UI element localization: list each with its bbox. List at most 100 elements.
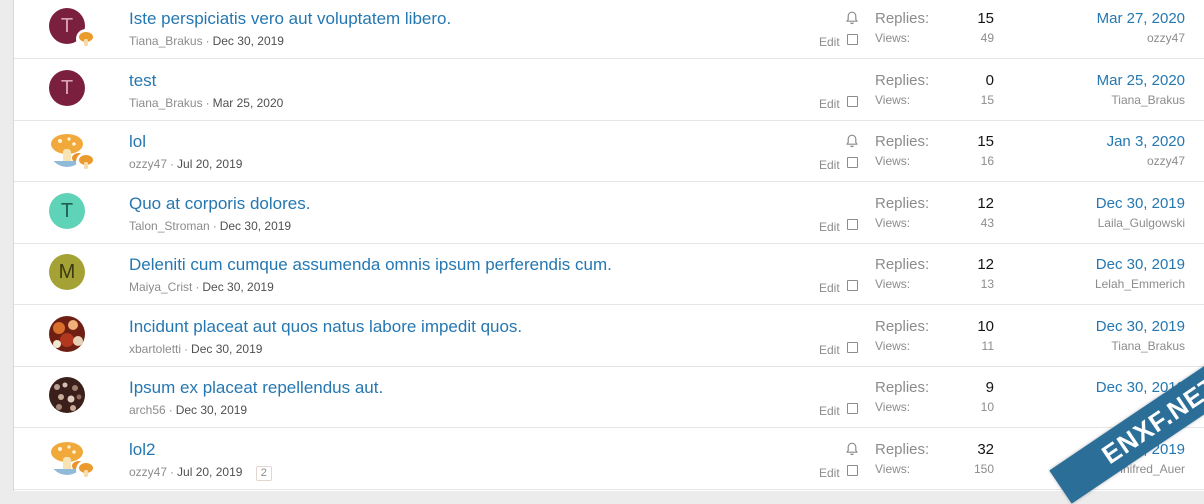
thread-row[interactable]: Ipsum ex placeat repellendus aut. arch56…	[14, 367, 1204, 428]
edit-link[interactable]: Edit	[819, 220, 840, 234]
thread-row[interactable]: M Deleniti cum cumque assumenda omnis ip…	[14, 244, 1204, 305]
select-checkbox[interactable]	[847, 280, 858, 291]
edit-link[interactable]: Edit	[819, 404, 840, 418]
meta-separator: ·	[184, 341, 189, 356]
thread-start-date[interactable]: Dec 30, 2019	[176, 403, 247, 417]
thread-start-date[interactable]: Mar 25, 2020	[213, 96, 284, 110]
author-avatar[interactable]: T	[49, 69, 85, 106]
edit-link[interactable]: Edit	[819, 466, 840, 480]
last-poster-link[interactable]: ozzy47	[1147, 31, 1185, 45]
thread-list: T Iste perspiciatis vero aut voluptatem …	[13, 0, 1204, 491]
replies-label: Replies:	[875, 379, 930, 396]
views-count: 11	[981, 338, 994, 353]
thread-start-date[interactable]: Dec 30, 2019	[213, 34, 284, 48]
bell-icon	[844, 133, 860, 149]
thread-meta: Talon_Stroman · Dec 30, 2019	[129, 219, 291, 233]
last-poster-mini-avatar[interactable]	[77, 153, 95, 171]
thread-meta: ozzy47 · Jul 20, 2019 2	[129, 465, 272, 481]
thread-start-date[interactable]: Jul 20, 2019	[177, 157, 242, 171]
thread-author-link[interactable]: Maiya_Crist	[129, 280, 192, 294]
views-count: 13	[980, 277, 994, 291]
last-poster-link[interactable]: Laila_Gulgowski	[1098, 216, 1185, 230]
views-label: Views:	[875, 92, 911, 107]
thread-title-link[interactable]: Incidunt placeat aut quos natus labore i…	[129, 317, 522, 337]
thread-title-link[interactable]: lol	[129, 132, 146, 152]
thread-row[interactable]: Incidunt placeat aut quos natus labore i…	[14, 306, 1204, 367]
views-label: Views:	[875, 400, 911, 414]
select-checkbox[interactable]	[847, 157, 858, 168]
replies-count: 32	[977, 440, 994, 458]
author-avatar[interactable]	[49, 377, 85, 413]
last-post-date-link[interactable]: Dec 30, 2019	[1096, 256, 1185, 273]
thread-row[interactable]: T test Tiana_Brakus · Mar 25, 2020 Edit Re…	[14, 60, 1204, 121]
last-post-date-link[interactable]: Jan 3, 2020	[1107, 133, 1185, 150]
meta-separator: ·	[170, 464, 175, 479]
last-poster-link[interactable]: Lelah_Emmerich	[1095, 277, 1185, 291]
select-checkbox[interactable]	[847, 464, 858, 476]
author-avatar[interactable]: T	[49, 192, 85, 229]
thread-start-date[interactable]: Dec 30, 2019	[202, 280, 273, 294]
thread-row[interactable]: T Iste perspiciatis vero aut voluptatem …	[14, 0, 1204, 59]
edit-link[interactable]: Edit	[819, 158, 840, 172]
meta-separator: ·	[205, 95, 210, 110]
edit-link[interactable]: Edit	[819, 97, 840, 111]
thread-title-link[interactable]: Quo at corporis dolores.	[129, 194, 310, 214]
edit-link[interactable]: Edit	[819, 343, 840, 357]
last-poster-mini-avatar[interactable]	[77, 460, 95, 479]
avatar-letter: T	[60, 15, 74, 37]
last-post-date-link[interactable]: Mar 27, 2020	[1097, 10, 1185, 27]
replies-count: 0	[985, 71, 994, 89]
thread-title-link[interactable]: lol2	[129, 440, 155, 460]
thread-start-date[interactable]: Dec 30, 2019	[191, 342, 262, 356]
last-post-date-link[interactable]: Mar 25, 2020	[1097, 72, 1185, 89]
author-avatar[interactable]	[49, 315, 85, 352]
thread-row[interactable]: T Quo at corporis dolores. Talon_Stroman…	[14, 183, 1204, 244]
views-label: Views:	[875, 277, 911, 291]
select-checkbox[interactable]	[847, 95, 858, 107]
edit-link[interactable]: Edit	[819, 35, 840, 49]
meta-separator: ·	[212, 218, 217, 233]
replies-count: 12	[977, 256, 994, 273]
thread-start-date[interactable]: Jul 20, 2019	[177, 465, 242, 479]
select-checkbox[interactable]	[847, 403, 858, 414]
thread-title-link[interactable]: Iste perspiciatis vero aut voluptatem li…	[129, 9, 451, 29]
thread-row[interactable]: lol2 ozzy47 · Jul 20, 2019 2 Edit Replies:…	[14, 429, 1204, 490]
thread-meta: arch56 · Dec 30, 2019	[129, 403, 247, 417]
thread-row[interactable]: lol ozzy47 · Jul 20, 2019 Edit Replies: 15…	[14, 121, 1204, 182]
last-post-date-link[interactable]: Dec 30, 2019	[1096, 318, 1185, 335]
edit-link[interactable]: Edit	[819, 281, 840, 295]
replies-label: Replies:	[875, 133, 930, 150]
thread-title-link[interactable]: Deleniti cum cumque assumenda omnis ipsu…	[129, 255, 612, 275]
thread-author-link[interactable]: Tiana_Brakus	[129, 34, 203, 48]
meta-separator: ·	[168, 403, 173, 417]
select-checkbox[interactable]	[847, 218, 858, 230]
thread-meta: Maiya_Crist · Dec 30, 2019	[129, 280, 274, 294]
thread-author-link[interactable]: Talon_Stroman	[129, 219, 210, 233]
bell-icon	[844, 441, 860, 457]
replies-label: Replies:	[875, 256, 930, 273]
last-poster-link[interactable]: ozzy47	[1147, 154, 1185, 168]
thread-author-link[interactable]: ozzy47	[129, 465, 167, 479]
last-poster-link[interactable]: Tiana_Brakus	[1111, 93, 1185, 107]
thread-author-link[interactable]: arch56	[129, 403, 166, 417]
thread-author-link[interactable]: ozzy47	[129, 157, 167, 171]
thread-title-link[interactable]: Ipsum ex placeat repellendus aut.	[129, 378, 383, 398]
views-count: 49	[980, 31, 994, 45]
thread-title-link[interactable]: test	[129, 71, 156, 91]
select-checkbox[interactable]	[847, 341, 858, 353]
thread-author-link[interactable]: xbartoletti	[129, 342, 181, 356]
thread-author-link[interactable]: Tiana_Brakus	[129, 96, 203, 110]
replies-label: Replies:	[875, 194, 930, 212]
last-post-date-link[interactable]: Dec 30, 2019	[1096, 195, 1185, 212]
last-poster-link[interactable]: Tiana_Brakus	[1111, 339, 1185, 353]
meta-separator: ·	[205, 34, 210, 48]
select-checkbox[interactable]	[847, 34, 858, 45]
views-count: 15	[980, 92, 994, 107]
last-poster-mini-avatar[interactable]	[77, 30, 95, 48]
replies-label: Replies:	[875, 317, 930, 335]
replies-count: 10	[977, 317, 994, 335]
thread-start-date[interactable]: Dec 30, 2019	[220, 219, 291, 233]
page-jump-link[interactable]: 2	[255, 465, 272, 481]
replies-count: 15	[977, 133, 994, 150]
author-avatar[interactable]: M	[49, 254, 85, 290]
